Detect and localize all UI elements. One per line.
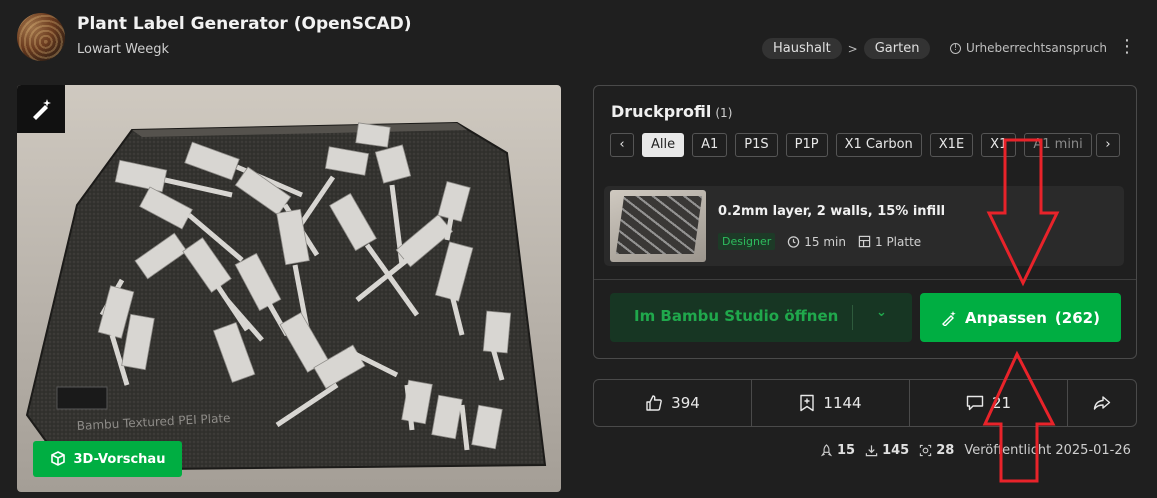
- tab-x1-carbon[interactable]: X1 Carbon: [835, 133, 922, 157]
- print-profile-title: Druckprofil (1): [611, 102, 732, 121]
- print-stat: 28: [919, 443, 954, 458]
- chevron-down-icon[interactable]: ⌄: [876, 305, 887, 320]
- panel-divider: [594, 279, 1136, 280]
- engagement-bar: 394 1144 21: [593, 379, 1137, 427]
- open-in-bambu-studio-button[interactable]: Im Bambu Studio öffnen ⌄: [610, 293, 912, 342]
- collect-count: 1144: [823, 394, 862, 412]
- model-preview-image[interactable]: Bambu Textured PEI Plate: [17, 85, 561, 492]
- author-name[interactable]: Lowart Weegk: [77, 42, 169, 57]
- customize-label: Anpassen: [965, 308, 1047, 327]
- 3d-preview-label: 3D-Vorschau: [73, 451, 166, 467]
- plate-count: 1 Platte: [858, 235, 921, 249]
- breadcrumb-garten[interactable]: Garten: [863, 38, 931, 59]
- plate-count-value: 1 Platte: [875, 234, 922, 249]
- copyright-claim-label: Urheberrechtsanspruch: [966, 41, 1107, 55]
- download-count: 145: [882, 443, 910, 458]
- author-avatar[interactable]: [17, 13, 65, 61]
- customize-count: (262): [1054, 308, 1100, 327]
- tabs-next-button[interactable]: ›: [1096, 133, 1120, 157]
- profile-thumbnail: [610, 190, 706, 262]
- info-icon: !: [950, 42, 961, 54]
- print-time: 15 min: [787, 235, 846, 249]
- plate-icon: [858, 235, 871, 248]
- boost-count: 15: [837, 443, 856, 458]
- tabs-prev-button[interactable]: ‹: [610, 133, 634, 157]
- open-in-bambu-studio-label: Im Bambu Studio öffnen: [634, 307, 839, 325]
- share-icon: [1093, 396, 1111, 410]
- more-options-icon[interactable]: ⋮: [1118, 37, 1136, 59]
- model-title: Plant Label Generator (OpenSCAD): [77, 14, 412, 34]
- comment-icon: [966, 395, 984, 411]
- tab-p1p[interactable]: P1P: [785, 133, 828, 157]
- breadcrumb-haushalt[interactable]: Haushalt: [762, 38, 842, 59]
- boost-stat: 15: [820, 443, 855, 458]
- designer-badge: Designer: [718, 233, 776, 250]
- print-profile-heading: Druckprofil: [611, 102, 712, 121]
- 3d-preview-button[interactable]: 3D-Vorschau: [33, 441, 182, 477]
- clock-icon: [788, 236, 800, 248]
- breadcrumb: Haushalt > Garten: [762, 38, 931, 59]
- print-profile-panel: Druckprofil (1) ‹ Alle A1 P1S P1P X1 Carb…: [593, 85, 1137, 359]
- copyright-claim-link[interactable]: ! Urheberrechtsanspruch: [950, 41, 1107, 55]
- printer-icon: [920, 444, 932, 457]
- download-stat: 145: [865, 443, 909, 458]
- rocket-icon: [820, 444, 833, 457]
- customize-button[interactable]: Anpassen (262): [920, 293, 1121, 342]
- button-separator: [852, 305, 853, 330]
- print-time-value: 15 min: [804, 234, 846, 249]
- comment-count: 21: [991, 394, 1012, 412]
- print-plate-photo: Bambu Textured PEI Plate: [25, 121, 547, 472]
- profile-meta: Designer 15 min 1 Platte: [718, 233, 921, 250]
- model-footer-stats: 15 145 28 Veröffentlicht 2025-01-26: [820, 443, 1131, 458]
- magic-wand-icon: [942, 310, 956, 326]
- like-button[interactable]: 394: [594, 380, 752, 426]
- tab-a1[interactable]: A1: [692, 133, 728, 157]
- print-profile-count: (1): [715, 106, 733, 120]
- cube-icon: [50, 451, 65, 466]
- print-profile-card[interactable]: 0.2mm layer, 2 walls, 15% infill Designe…: [604, 186, 1124, 266]
- tab-x1e[interactable]: X1E: [929, 133, 974, 157]
- breadcrumb-separator: >: [847, 41, 858, 56]
- comments-button[interactable]: 21: [910, 380, 1068, 426]
- profile-name: 0.2mm layer, 2 walls, 15% infill: [718, 204, 946, 219]
- tab-a1-mini[interactable]: A1 mini: [1024, 133, 1092, 157]
- thumbs-up-icon: [646, 395, 663, 411]
- bookmark-add-icon: [800, 394, 815, 412]
- ai-generated-badge: [17, 85, 65, 133]
- share-button[interactable]: [1068, 380, 1136, 426]
- magic-wand-icon: [33, 99, 51, 120]
- tab-alle[interactable]: Alle: [642, 133, 685, 157]
- published-date: Veröffentlicht 2025-01-26: [964, 443, 1131, 458]
- like-count: 394: [671, 394, 700, 412]
- tab-x1[interactable]: X1: [981, 133, 1017, 157]
- print-count: 28: [936, 443, 955, 458]
- tab-p1s[interactable]: P1S: [735, 133, 778, 157]
- printer-tabs: ‹ Alle A1 P1S P1P X1 Carbon X1E X1 A1 mi…: [610, 133, 1120, 157]
- collect-button[interactable]: 1144: [752, 380, 910, 426]
- download-icon: [865, 445, 878, 457]
